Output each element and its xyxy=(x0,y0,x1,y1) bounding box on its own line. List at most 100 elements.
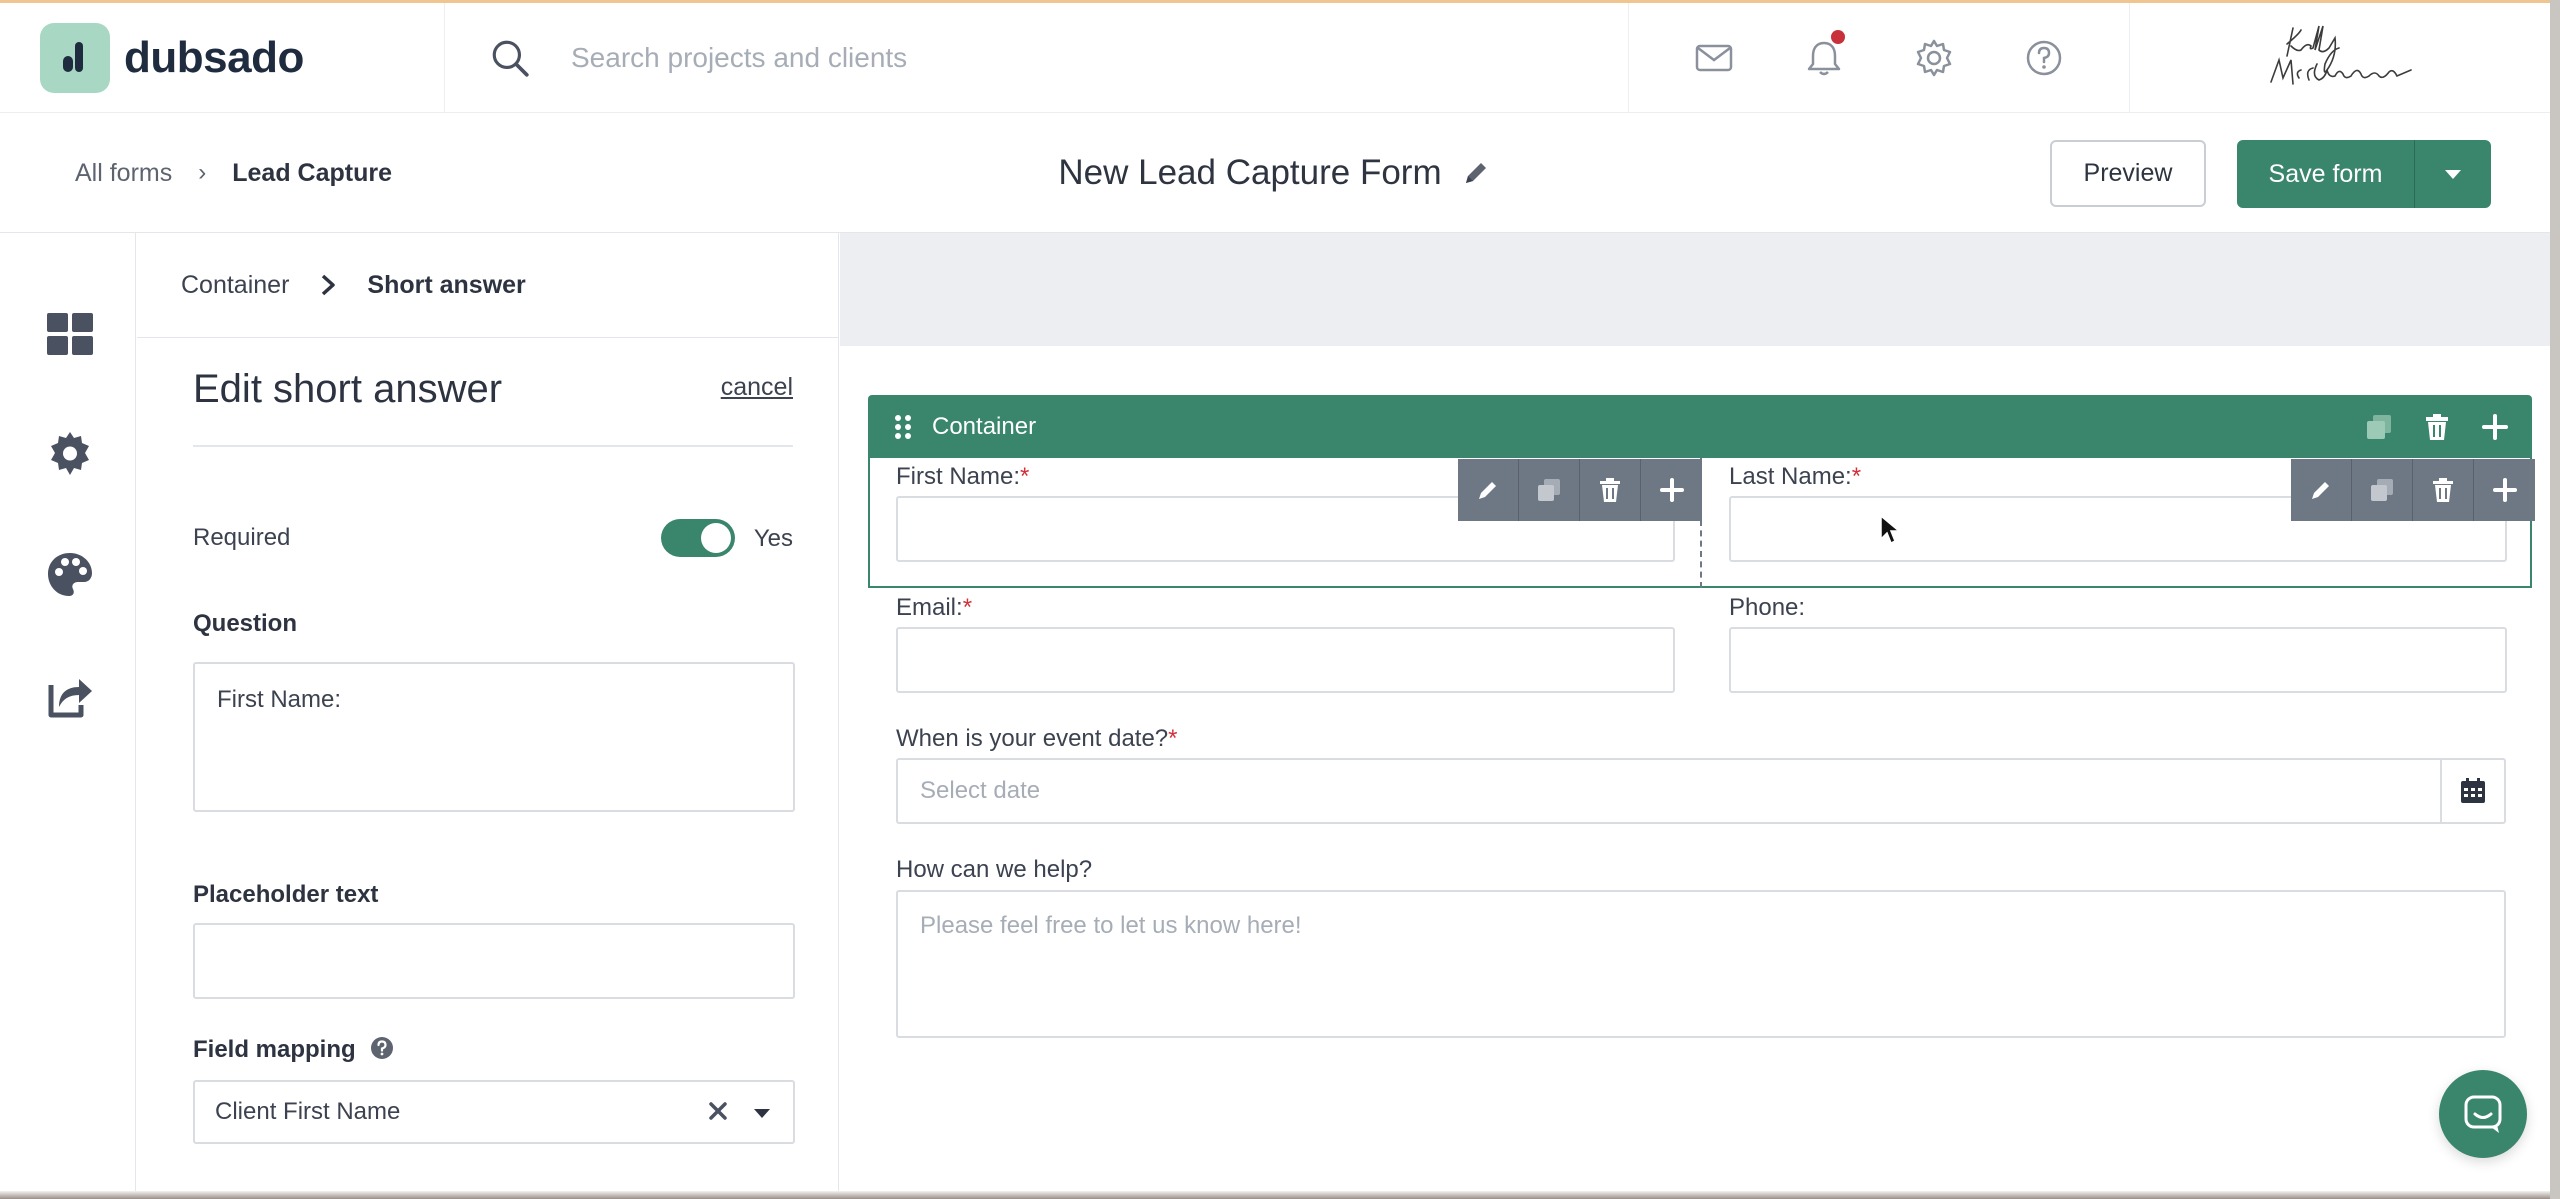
desktop-edge xyxy=(2550,0,2560,1199)
required-state: Yes xyxy=(753,525,793,552)
question-circle-icon[interactable] xyxy=(370,1036,394,1060)
close-icon[interactable] xyxy=(705,1098,731,1124)
rail-settings-button[interactable] xyxy=(44,428,96,480)
email-input[interactable] xyxy=(896,627,1675,693)
chat-icon xyxy=(2464,1095,2502,1133)
logo[interactable]: dubsado xyxy=(0,3,445,112)
help-label: How can we help? xyxy=(896,856,1093,883)
pencil-icon xyxy=(2312,482,2329,499)
required-label: Required xyxy=(193,524,291,551)
logo-text: dubsado xyxy=(124,32,304,82)
field-mapping-label: Field mapping xyxy=(193,1036,356,1063)
question-textarea[interactable]: First Name: xyxy=(193,662,795,812)
grid-icon xyxy=(47,313,93,355)
edit-panel: Container Short answer Edit short answer… xyxy=(137,233,839,1199)
first-name-add-button[interactable] xyxy=(1641,459,1702,521)
required-row: Required Yes xyxy=(193,513,793,563)
calendar-button[interactable] xyxy=(2440,760,2504,822)
container-actions xyxy=(2350,395,2524,458)
first-name-delete-button[interactable] xyxy=(1580,459,1641,521)
left-rail xyxy=(0,233,136,1199)
event-date-picker[interactable]: Select date xyxy=(896,758,2506,824)
first-name-toolbar xyxy=(1458,459,1702,521)
panel-breadcrumb-container[interactable]: Container xyxy=(181,271,289,300)
form-title[interactable]: New Lead Capture Form xyxy=(1058,153,1441,193)
gear-icon xyxy=(51,432,89,475)
required-asterisk: * xyxy=(1168,725,1178,752)
first-name-edit-button[interactable] xyxy=(1458,459,1519,521)
first-name-label: First Name:* xyxy=(896,463,1029,491)
caret-down-icon[interactable] xyxy=(751,1102,773,1124)
breadcrumb: All forms › Lead Capture xyxy=(75,113,392,233)
copy-icon xyxy=(2371,479,2393,501)
share-icon xyxy=(48,679,92,718)
help-button[interactable] xyxy=(1989,38,2099,78)
breadcrumb-all-forms[interactable]: All forms xyxy=(75,159,172,188)
cancel-link[interactable]: cancel xyxy=(721,373,793,402)
last-name-add-button[interactable] xyxy=(2474,459,2535,521)
save-form-button[interactable]: Save form xyxy=(2237,140,2415,208)
required-toggle[interactable] xyxy=(661,519,735,557)
field-mapping-value: Client First Name xyxy=(215,1098,401,1125)
trash-icon xyxy=(2433,478,2453,502)
dubsado-logo-icon xyxy=(40,22,110,93)
field-mapping-select[interactable]: Client First Name xyxy=(193,1080,795,1144)
top-icon-group xyxy=(1629,3,2130,112)
field-mapping-label-wrap: Field mapping xyxy=(193,1036,394,1064)
phone-label: Phone: xyxy=(1729,594,1806,621)
settings-button[interactable] xyxy=(1879,38,1989,78)
edit-header: Edit short answer cancel xyxy=(193,363,793,447)
rail-elements-button[interactable] xyxy=(44,308,96,360)
app-window: dubsado Search projects and clients All … xyxy=(0,0,2550,1199)
preview-button[interactable]: Preview xyxy=(2050,140,2206,207)
placeholder-input[interactable] xyxy=(193,923,795,999)
mail-icon xyxy=(1695,44,1733,71)
panel-breadcrumb: Container Short answer xyxy=(137,233,838,338)
notification-dot xyxy=(1831,29,1845,44)
last-name-delete-button[interactable] xyxy=(2413,459,2474,521)
panel-breadcrumb-current: Short answer xyxy=(367,270,526,299)
event-date-placeholder[interactable]: Select date xyxy=(898,760,2440,822)
first-name-label-text: First Name: xyxy=(896,463,1021,490)
signature-logo-icon xyxy=(2270,25,2412,85)
mail-button[interactable] xyxy=(1659,38,1769,78)
notifications-button[interactable] xyxy=(1769,29,1879,78)
rail-theme-button[interactable] xyxy=(44,549,96,601)
event-date-label: When is your event date?* xyxy=(896,725,1178,753)
bottom-edge xyxy=(0,1191,2550,1199)
chat-launcher[interactable] xyxy=(2439,1070,2527,1158)
container-title: Container xyxy=(932,412,1037,440)
question-circle-icon xyxy=(2026,40,2062,75)
copy-icon xyxy=(1538,479,1560,501)
first-name-duplicate-button[interactable] xyxy=(1519,459,1580,521)
phone-input[interactable] xyxy=(1729,627,2507,693)
container-add-button[interactable] xyxy=(2466,412,2524,442)
search-input[interactable] xyxy=(571,41,1271,74)
breadcrumb-lead-capture[interactable]: Lead Capture xyxy=(232,159,392,188)
search-icon[interactable] xyxy=(489,37,531,79)
container-delete-button[interactable] xyxy=(2408,412,2466,442)
container-header[interactable]: Container xyxy=(868,395,2532,458)
last-name-label: Last Name:* xyxy=(1729,463,1861,491)
canvas-toolbar-area xyxy=(840,233,2550,346)
chevron-right-icon xyxy=(322,274,336,296)
drag-handle-icon[interactable] xyxy=(892,413,914,441)
last-name-label-text: Last Name: xyxy=(1729,463,1852,490)
plus-icon xyxy=(1659,478,1684,502)
help-textarea[interactable]: Please feel free to let us know here! xyxy=(896,890,2506,1038)
last-name-duplicate-button[interactable] xyxy=(2352,459,2413,521)
required-asterisk: * xyxy=(962,594,973,621)
pencil-icon[interactable] xyxy=(1460,157,1492,189)
last-name-edit-button[interactable] xyxy=(2291,459,2352,521)
calendar-icon xyxy=(2461,778,2485,803)
rail-share-button[interactable] xyxy=(44,670,96,722)
save-form-button-group: Save form xyxy=(2237,140,2491,208)
bell-icon xyxy=(1807,41,1841,75)
palette-icon xyxy=(48,553,92,596)
user-avatar[interactable] xyxy=(2130,3,2550,112)
save-options-dropdown[interactable] xyxy=(2415,140,2491,208)
email-label: Email:* xyxy=(896,594,972,622)
container-duplicate-button[interactable] xyxy=(2350,412,2408,442)
plus-icon xyxy=(2492,478,2517,502)
toggle-knob xyxy=(701,523,731,553)
